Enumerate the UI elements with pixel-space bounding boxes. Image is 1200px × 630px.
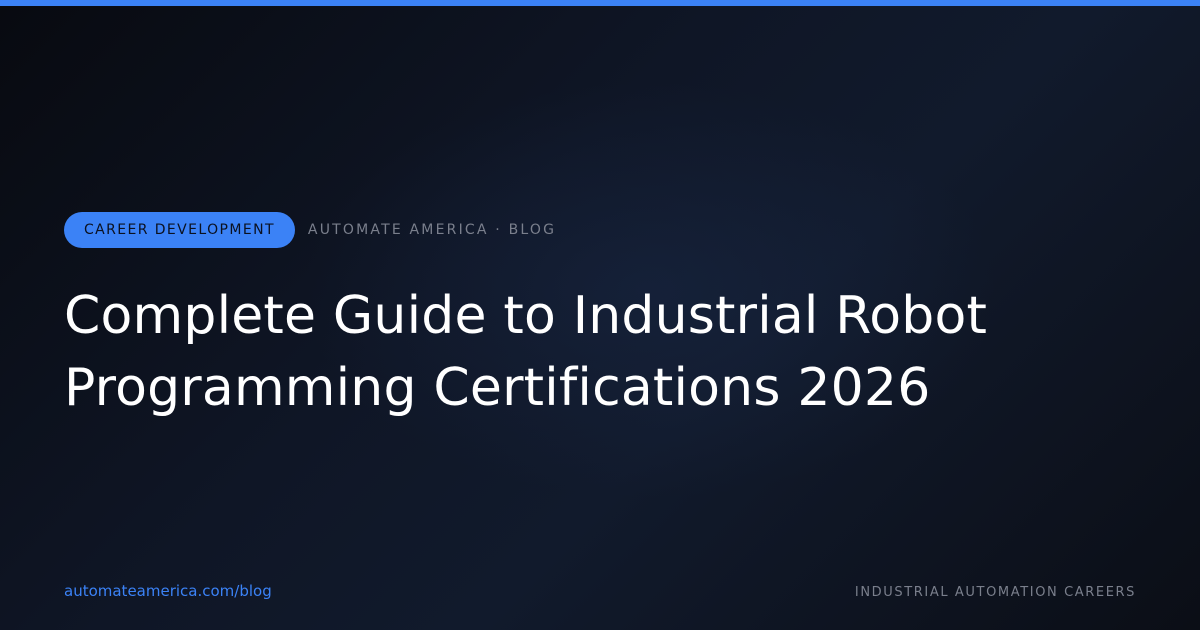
article-title: Complete Guide to Industrial Robot Progr… — [64, 280, 1084, 424]
site-label: AUTOMATE AMERICA · BLOG — [307, 222, 557, 238]
article-title-line-2: Programming Certifications 2026 — [64, 358, 931, 418]
meta-row: CAREER DEVELOPMENT AUTOMATE AMERICA · BL… — [64, 212, 556, 248]
footer-tagline: INDUSTRIAL AUTOMATION CAREERS — [854, 585, 1136, 600]
footer-url-link[interactable]: automateamerica.com/blog — [64, 582, 272, 600]
article-title-line-1: Complete Guide to Industrial Robot — [64, 286, 988, 346]
category-badge[interactable]: CAREER DEVELOPMENT — [64, 212, 295, 248]
accent-top-bar — [0, 0, 1200, 6]
